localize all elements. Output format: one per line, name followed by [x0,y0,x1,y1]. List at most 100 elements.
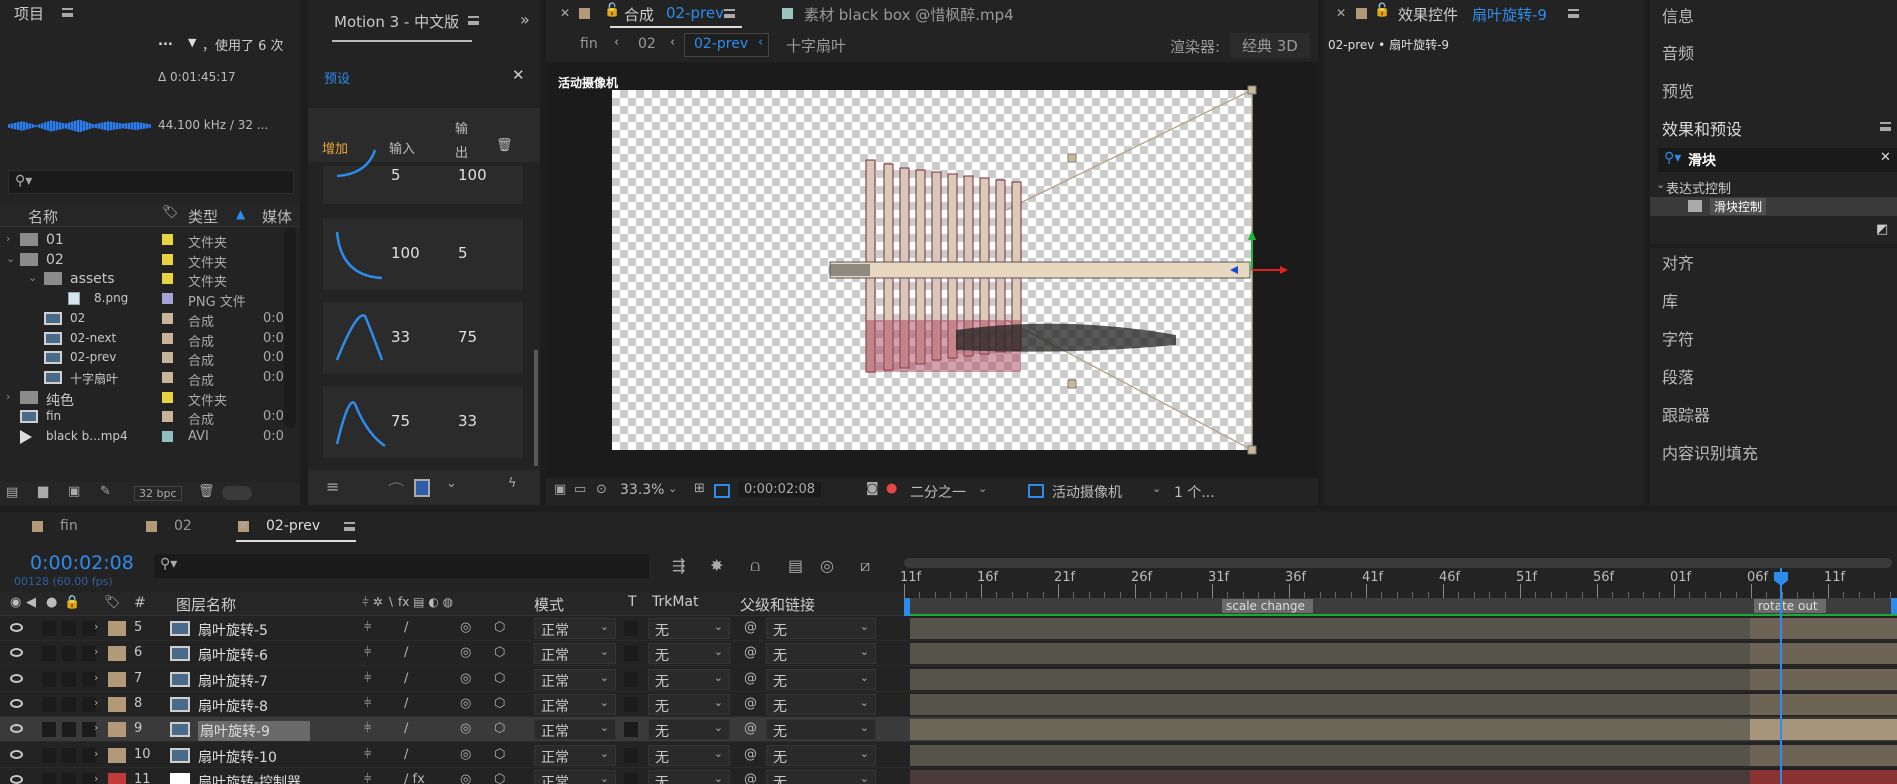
delete-preset-icon[interactable]: 🗑 [496,138,513,153]
layer-duration-bar[interactable] [910,693,1897,715]
timeline-search-input[interactable]: ⚲▾ [154,554,649,578]
3d-layer-icon[interactable]: ⬡ [494,721,505,736]
motion-blur-switch-icon[interactable]: ◎ [460,645,471,660]
3d-layer-icon[interactable]: ⬡ [494,645,505,660]
layer-selected-bar[interactable] [1750,668,1897,690]
graph-editor-icon[interactable]: ⧄ [860,556,870,576]
right-panel-item[interactable]: 内容识别填充 [1662,440,1758,464]
parent-dropdown[interactable]: 无 ⌄ [766,769,876,784]
right-panel-item[interactable]: 跟踪器 [1662,402,1710,426]
parent-dropdown[interactable]: 无 ⌄ [766,719,876,741]
grid-view-icon[interactable] [414,479,430,497]
trkmat-dropdown[interactable]: 无 ⌄ [648,719,730,741]
project-scrollbar[interactable] [284,228,296,428]
twirl-icon[interactable]: ⌄ [28,271,37,284]
col-name[interactable]: 名称 [28,206,58,227]
label-swatch[interactable] [108,671,126,687]
region-icon[interactable] [714,484,730,498]
solo-toggle[interactable] [62,621,76,636]
layer-selected-bar[interactable] [1750,769,1897,784]
twirl-icon[interactable]: › [6,390,10,403]
vr-icon[interactable]: ⊙ [596,482,607,497]
motion-blur-switch-icon[interactable]: ◎ [460,696,471,711]
new-folder-icon[interactable]: ▆ [38,484,48,499]
twirl-icon[interactable]: ⌄ [6,252,15,265]
trkmat-dropdown[interactable]: 无 ⌄ [648,769,730,784]
layer-duration-bar[interactable] [910,643,1897,665]
trkmat-dropdown[interactable]: 无 ⌄ [648,668,730,690]
label-swatch[interactable] [162,293,173,305]
eye-icon[interactable] [10,673,23,683]
crumb-shizi[interactable]: 十字扇叶 [786,35,846,56]
layer-row[interactable]: › 7 扇叶旋转-7 ⫩ ∕ ◎ ⬡ 正常 ⌄ 无 ⌄ @ 无 ⌄ [0,666,1897,692]
layer-duration-bar[interactable] [910,719,1897,741]
solo-toggle[interactable] [62,772,76,784]
interpret-footage-icon[interactable]: ▤ [6,485,18,500]
layer-row[interactable]: › 10 扇叶旋转-10 ⫩ ∕ ◎ ⬡ 正常 ⌄ 无 ⌄ @ 无 ⌄ [0,742,1897,768]
label-icon[interactable]: 🏷 [104,595,121,610]
audio-panel[interactable]: 音频 [1662,40,1694,64]
layer-row[interactable]: › 8 扇叶旋转-8 ⫩ ∕ ◎ ⬡ 正常 ⌄ 无 ⌄ @ 无 ⌄ [0,691,1897,717]
layer-selected-bar[interactable] [1750,744,1897,766]
3d-layer-icon[interactable]: ⬡ [494,772,505,784]
chevron-down-icon[interactable]: ▼ [188,36,196,49]
parent-dropdown[interactable]: 无 ⌄ [766,643,876,665]
pickwhip-icon[interactable]: @ [744,696,757,711]
twirl-icon[interactable]: › [6,232,10,245]
twirl-icon[interactable]: › [94,721,98,734]
project-item[interactable]: black b...mp4 AVI 0:0 [0,425,290,449]
switches-icons[interactable]: ⫩ ✲ ∖ fx ▤ ◐ ◍ [362,595,453,610]
thumbnail-toggle[interactable] [222,486,252,500]
snapshot-icon[interactable]: ▣ [554,482,566,497]
fx-category[interactable]: 表达式控制 [1666,178,1731,197]
audio-toggle[interactable] [42,696,56,712]
motion-blur-switch-icon[interactable]: ◎ [460,772,471,784]
col-layer-name[interactable]: 图层名称 [176,594,236,615]
renderer-button[interactable]: 经典 3D [1230,33,1310,58]
tab-out[interactable]: 输 出 [455,118,468,166]
layer-name[interactable]: 扇叶旋转-8 [198,696,268,716]
quality-switch-icon[interactable]: ∕ [404,645,408,660]
fx-item-row[interactable]: 滑块控制 [1650,197,1897,216]
bpc-button[interactable]: 32 bpc [134,486,182,501]
collapse-switch-icon[interactable]: ⫩ [364,696,371,711]
motion-menu-icon[interactable] [468,16,479,25]
mode-dropdown[interactable]: 正常 ⌄ [534,719,616,741]
right-panel-item[interactable]: 字符 [1662,326,1694,350]
label-swatch[interactable] [162,411,173,423]
eye-icon[interactable]: ◉ [10,595,21,610]
chevron-down-icon[interactable]: ⌄ [978,482,987,495]
new-comp-icon[interactable]: ▣ [68,484,80,499]
motion-tab-title[interactable]: Motion 3 - 中文版 [334,11,459,32]
col-mode[interactable]: 模式 [534,594,564,615]
chevron-down-icon[interactable]: ⌄ [1152,482,1161,495]
layer-name[interactable]: 扇叶旋转-5 [198,620,268,640]
col-t[interactable]: T [628,594,637,610]
marker-rotate-out[interactable]: rotate out [1754,599,1826,613]
new-preset-icon[interactable]: ◩ [1876,222,1888,237]
right-panel-item[interactable]: 段落 [1662,364,1694,388]
mode-dropdown[interactable]: 正常 ⌄ [534,769,616,784]
crumb-02-prev[interactable]: 02-prev [694,36,748,52]
layer-row[interactable]: › 9 扇叶旋转-9 ⫩ ∕ ◎ ⬡ 正常 ⌄ 无 ⌄ @ 无 ⌄ [0,717,1897,743]
resolution-dropdown[interactable]: 二分之一 [910,482,966,502]
audio-toggle[interactable] [42,646,56,662]
lightning-icon[interactable]: ϟ [508,476,517,491]
collapse-switch-icon[interactable]: ⫩ [364,620,371,635]
close-tab-icon[interactable]: ✕ [560,6,570,20]
shy-icon[interactable]: ⩍ [750,556,760,576]
quality-switch-icon[interactable]: ∕ [404,696,408,711]
pickwhip-icon[interactable]: @ [744,747,757,762]
quality-switch-icon[interactable]: ∕ [404,721,408,736]
right-panel-item[interactable]: 对齐 [1662,250,1694,274]
eye-icon[interactable] [10,623,23,632]
lock-icon[interactable]: 🔓 [604,3,620,18]
layer-row[interactable]: › 6 扇叶旋转-6 ⫩ ∕ ◎ ⬡ 正常 ⌄ 无 ⌄ @ 无 ⌄ [0,641,1897,667]
pickwhip-icon[interactable]: @ [744,645,757,660]
layer-duration-bar[interactable] [910,618,1897,639]
3d-layer-icon[interactable]: ⬡ [494,620,505,635]
collapse-switch-icon[interactable]: ⫩ [364,721,371,736]
trash-icon[interactable]: 🗑 [198,484,215,499]
preserve-transparency[interactable] [624,722,638,738]
preset-tab[interactable]: 预设 [324,68,350,87]
